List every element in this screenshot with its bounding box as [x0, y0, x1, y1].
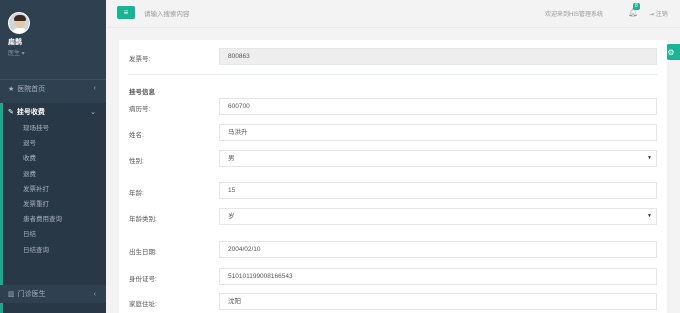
age-type-label: 年龄类别: — [129, 216, 157, 223]
id-label: 身份证号: — [129, 276, 157, 283]
form-row-age-type: 年龄类别: 岁 ▼ — [119, 208, 667, 226]
form-row-age: 年龄: 15 — [119, 182, 667, 200]
age-type-select[interactable]: 岁 ▼ — [219, 208, 657, 225]
submenu-item-daily-settlement[interactable]: 日结 — [3, 227, 106, 242]
record-number-field[interactable]: 600700 — [219, 98, 657, 115]
chart-icon: ▥ — [8, 291, 15, 298]
logout-label: 注销 — [655, 12, 668, 18]
welcome-text: 欢迎来到HIS管理系统 — [545, 12, 604, 18]
invoice-label: 发票号: — [129, 56, 151, 63]
record-label: 病历号: — [129, 106, 151, 113]
chevron-down-icon: ⌄ — [90, 109, 96, 116]
star-icon: ★ — [8, 85, 15, 93]
gender-value: 男 — [228, 155, 235, 162]
form-row-address: 家庭住址: 沈阳 — [119, 293, 667, 311]
submenu-item-refund[interactable]: 退费 — [3, 167, 106, 182]
sidebar-item-label: 门诊医生 — [17, 291, 46, 298]
form-row-name: 姓名: 马洪升 — [119, 124, 667, 142]
chevron-left-icon: ‹ — [93, 85, 96, 92]
caret-down-icon: ▼ — [647, 155, 652, 161]
sidebar-submenu: 现场挂号 退号 收费 退费 发票补打 发票重打 患者费用查询 日结 日结查询 — [3, 121, 106, 258]
user-role-dropdown[interactable]: 医生 ▾ — [8, 48, 106, 57]
hamburger-icon: ≡ — [123, 8, 129, 17]
id-number-field[interactable]: 510101199008166543 — [219, 268, 657, 285]
form-row-id: 身份证号: 510101199008166543 — [119, 268, 667, 286]
form-row-invoice: 发票号: 800863 — [119, 48, 667, 66]
age-field[interactable]: 15 — [219, 182, 657, 199]
sidebar-item-label: 医院首页 — [17, 85, 46, 93]
submenu-item-onsite-register[interactable]: 现场挂号 — [3, 121, 106, 136]
submenu-item-charge[interactable]: 收费 — [3, 151, 106, 166]
submenu-item-settlement-query[interactable]: 日结查询 — [3, 243, 106, 258]
address-label: 家庭住址: — [129, 301, 157, 308]
name-field[interactable]: 马洪升 — [219, 124, 657, 141]
form-row-record: 病历号: 600700 — [119, 98, 667, 116]
section-title: 挂号信息 — [129, 89, 155, 96]
avatar[interactable] — [8, 12, 30, 34]
address-field[interactable]: 沈阳 — [219, 293, 657, 310]
registration-form: 发票号: 800863 挂号信息 病历号: 600700 姓名: 马洪升 性别:… — [119, 40, 667, 313]
sidebar-item-home[interactable]: ★ 医院首页 ‹ — [0, 79, 106, 97]
sidebar-item-outpatient-doctor[interactable]: ▥ 门诊医生 ‹ — [0, 285, 106, 303]
form-row-birth: 出生日期: 2004/02/10 — [119, 241, 667, 259]
sidebar-item-registration[interactable]: ✎ 挂号收费 ⌄ — [3, 103, 106, 121]
age-label: 年龄: — [129, 190, 144, 197]
name-label: 姓名: — [129, 132, 144, 139]
age-type-value: 岁 — [228, 213, 235, 220]
gear-icon: ⚙ — [667, 47, 675, 57]
form-row-gender: 性别: 男 ▼ — [119, 150, 667, 168]
birth-date-field[interactable]: 2004/02/10 — [219, 241, 657, 258]
edit-icon: ✎ — [8, 109, 14, 116]
sidebar-item-label: 挂号收费 — [16, 109, 45, 116]
caret-down-icon: ▼ — [647, 213, 652, 219]
gender-label: 性别: — [129, 158, 144, 165]
chevron-left-icon: ‹ — [93, 290, 96, 298]
logout-icon: ⇥ — [649, 12, 656, 18]
logout-button[interactable]: ⇥ 注销 — [649, 9, 668, 18]
menu-toggle-button[interactable]: ≡ — [117, 6, 135, 19]
sidebar: 扁鹊 医生 ▾ ★ 医院首页 ‹ ✎ 挂号收费 ⌄ 现场挂号 退号 收费 退费 … — [0, 0, 106, 313]
submenu-item-cancel-register[interactable]: 退号 — [3, 136, 106, 151]
birth-label: 出生日期: — [129, 249, 157, 256]
submenu-item-invoice-reprint[interactable]: 发票补打 — [3, 182, 106, 197]
submenu-item-invoice-reissue[interactable]: 发票重打 — [3, 197, 106, 212]
search-input[interactable]: 请输入搜索内容 — [144, 8, 190, 18]
invoice-field: 800863 — [219, 48, 657, 65]
user-name: 扁鹊 — [8, 39, 22, 46]
gender-select[interactable]: 男 ▼ — [219, 150, 657, 167]
sidebar-group-registration: ✎ 挂号收费 ⌄ 现场挂号 退号 收费 退费 发票补打 发票重打 患者费用查询 … — [0, 103, 106, 313]
notification-badge: 8 — [633, 3, 640, 10]
submenu-item-patient-fee-query[interactable]: 患者费用查询 — [3, 212, 106, 227]
user-profile: 扁鹊 医生 ▾ — [0, 0, 106, 73]
top-bar: ≡ 请输入搜索内容 欢迎来到HIS管理系统 🔔︎ 8 ⇥ 注销 — [106, 0, 680, 28]
divider — [128, 74, 658, 75]
